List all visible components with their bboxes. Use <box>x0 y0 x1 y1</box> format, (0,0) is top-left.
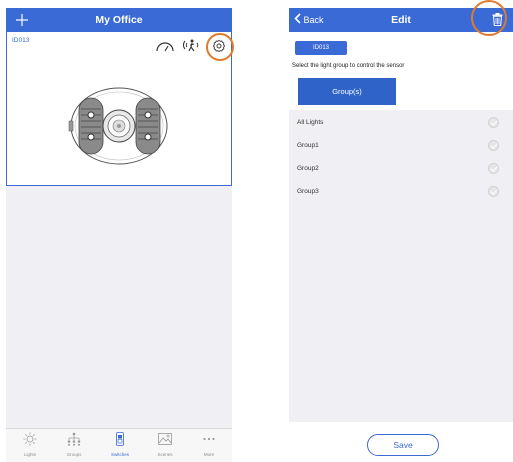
tab-more[interactable]: More <box>191 432 227 457</box>
sensitivity-icon[interactable] <box>155 40 175 58</box>
tab-switches[interactable]: Switches <box>102 432 138 457</box>
list-item-all-lights[interactable]: All Lights <box>289 112 513 135</box>
device-id-badge: ID013 <box>295 41 347 55</box>
content-area <box>6 186 232 428</box>
tab-label: Switches <box>110 452 129 457</box>
list-item-label: All Lights <box>297 119 324 126</box>
checkmark-icon <box>488 186 499 197</box>
group-list: All Lights Group1 Group2 Group3 <box>289 110 513 422</box>
tab-label: Groups <box>66 452 82 457</box>
tab-label: Scenes <box>157 452 173 457</box>
motion-sensor-icon[interactable] <box>181 38 201 57</box>
save-button[interactable]: Save <box>367 434 439 456</box>
list-item-label: Group1 <box>297 142 319 149</box>
groups-icon <box>67 432 81 446</box>
highlight-ring <box>206 33 234 61</box>
tab-scenes[interactable]: Scenes <box>147 432 183 457</box>
switch-icon <box>116 432 124 446</box>
list-item-group3[interactable]: Group3 <box>289 181 513 204</box>
highlight-ring <box>471 0 507 36</box>
groups-button[interactable]: Group(s) <box>298 78 396 105</box>
list-item-label: Group2 <box>297 165 319 172</box>
motion-sensor-device-image <box>68 87 168 165</box>
scene-icon <box>158 433 172 445</box>
device-card[interactable]: ID013 <box>6 32 234 186</box>
tab-groups[interactable]: Groups <box>56 432 92 457</box>
main-screen: My Office ID013 Lights Groups Switches S… <box>6 0 234 462</box>
tab-label: Lights <box>23 452 36 457</box>
instruction-text: Select the light group to control the se… <box>292 63 405 69</box>
top-navbar: My Office <box>6 8 232 32</box>
checkmark-icon <box>488 117 499 128</box>
list-item-label: Group3 <box>297 188 319 195</box>
light-icon <box>23 432 37 446</box>
bottom-tabbar: Lights Groups Switches Scenes More <box>6 428 232 462</box>
tab-lights[interactable]: Lights <box>12 432 48 457</box>
checkmark-icon <box>488 163 499 174</box>
list-item-group1[interactable]: Group1 <box>289 135 513 158</box>
more-icon <box>203 437 215 441</box>
device-id-label: ID013 <box>12 37 30 44</box>
checkmark-icon <box>488 140 499 151</box>
page-title: My Office <box>95 14 143 26</box>
tab-label: More <box>203 452 215 457</box>
edit-screen: Back Edit ID013 Select the light group t… <box>289 0 513 461</box>
list-item-group2[interactable]: Group2 <box>289 158 513 181</box>
